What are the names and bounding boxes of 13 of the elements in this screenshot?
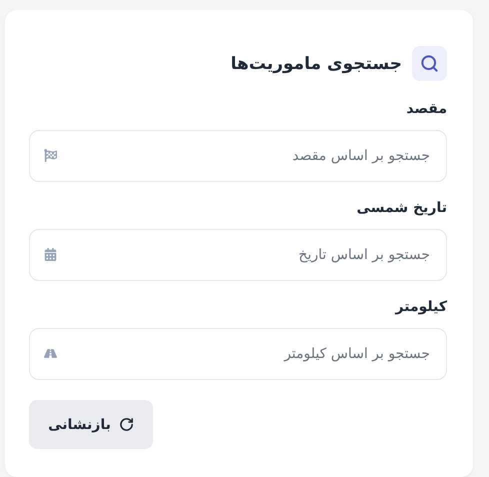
search-icon (412, 46, 447, 81)
calendar-icon (44, 248, 57, 261)
search-field[interactable]: جستجو بر اساس کیلومتر (29, 328, 447, 380)
refresh-icon (118, 417, 134, 432)
card-title: جستجوی ماموریت‌ها (230, 54, 402, 74)
road-icon (44, 347, 57, 360)
search-field[interactable]: جستجو بر اساس تاریخ (29, 229, 447, 281)
field-label: تاریخ شمسی (356, 200, 447, 216)
field-label: کیلومتر (394, 299, 447, 315)
field-label: مقصد (405, 101, 447, 117)
reset-button[interactable]: بازنشانی (29, 400, 153, 449)
checkered-flag-icon (44, 149, 57, 162)
search-field[interactable]: جستجو بر اساس مقصد (29, 130, 447, 182)
